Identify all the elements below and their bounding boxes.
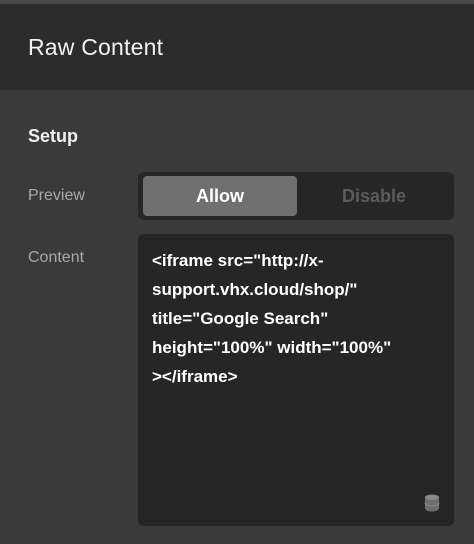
panel-header: Raw Content [0,4,474,90]
code-line: <iframe src="http://x- [152,251,324,270]
code-line: height="100%" width="100%" [152,338,392,357]
code-line: title="Google Search" [152,309,329,328]
content-textarea[interactable]: <iframe src="http://x-support.vhx.cloud/… [138,234,454,526]
content-code: <iframe src="http://x-support.vhx.cloud/… [152,246,448,391]
preview-label: Preview [28,187,85,204]
code-line: ></iframe> [152,367,238,386]
section-title-setup: Setup [28,126,79,146]
disable-button[interactable]: Disable [298,176,450,216]
database-icon[interactable] [424,494,440,512]
code-line: support.vhx.cloud/shop/" [152,280,358,299]
content-label: Content [28,249,85,266]
allow-button[interactable]: Allow [143,176,297,216]
panel-title: Raw Content [28,34,164,60]
preview-segmented-control: Allow Disable [138,172,454,220]
